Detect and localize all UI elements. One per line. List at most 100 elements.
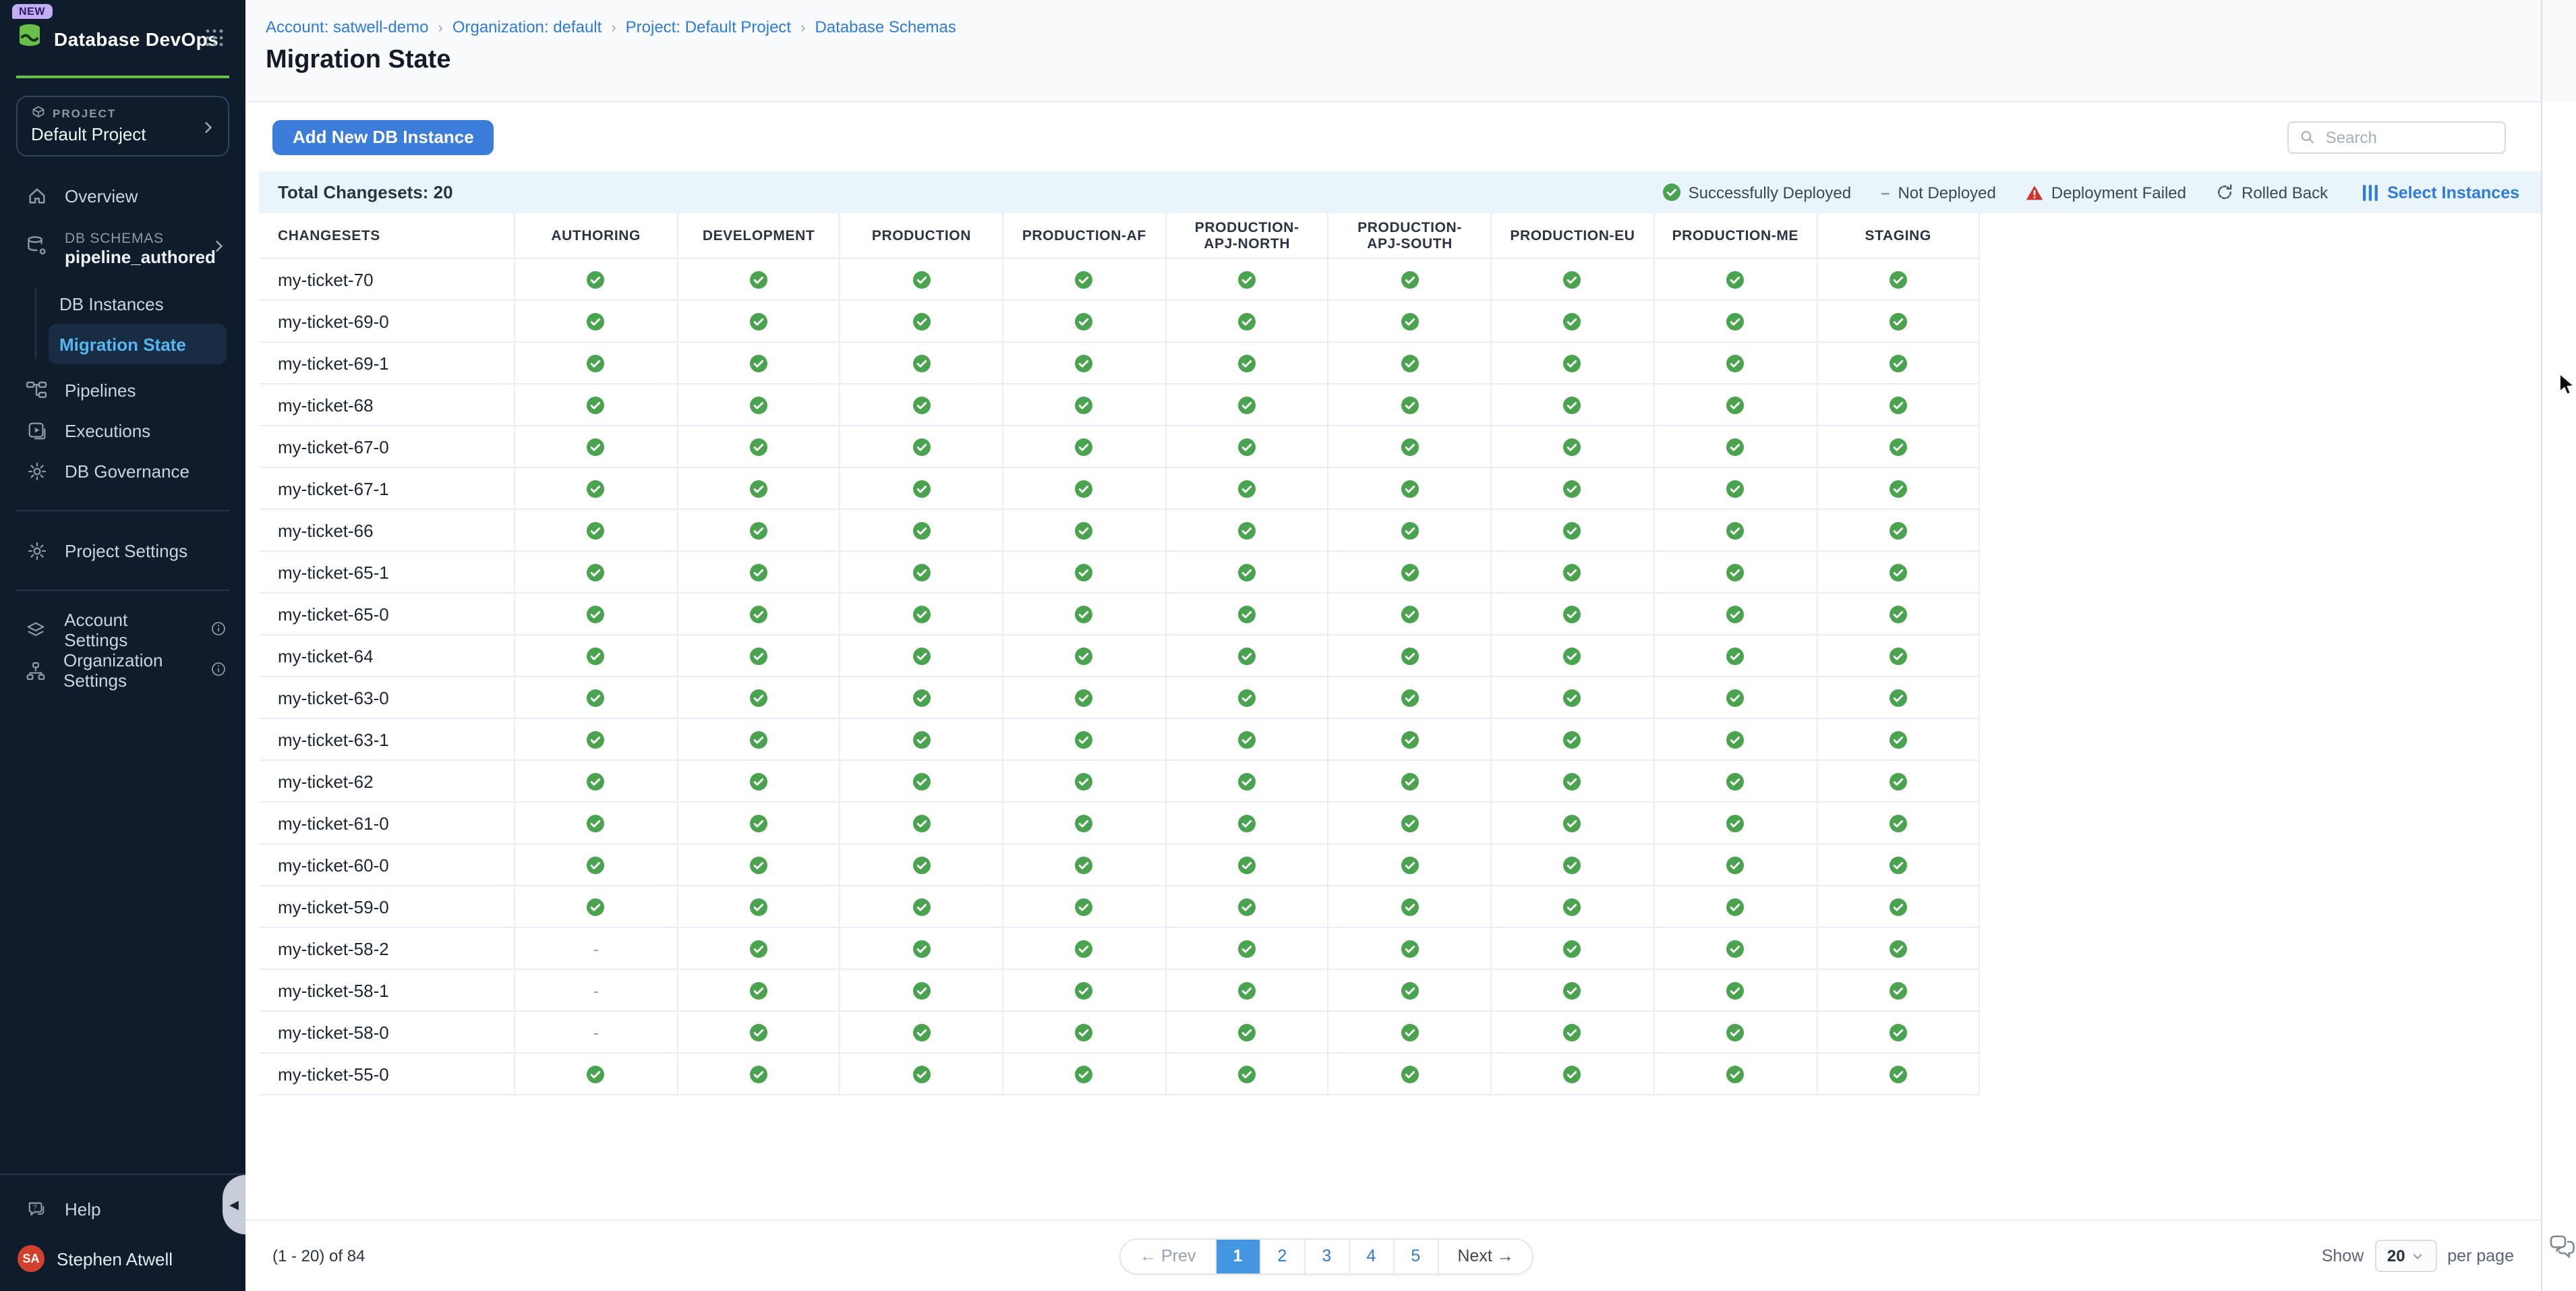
success-check-icon (750, 354, 767, 372)
rollback-icon (2216, 183, 2233, 201)
status-cell (1655, 468, 1817, 510)
page-size-select[interactable]: 20 (2374, 1240, 2436, 1272)
next-page-button[interactable]: Next → (1437, 1239, 1532, 1273)
status-cell (1817, 928, 1980, 970)
status-cell (1492, 384, 1654, 426)
help-button[interactable]: ? Help (0, 1188, 245, 1229)
sidebar-item-migration-state[interactable]: Migration State (49, 324, 227, 364)
success-check-icon (912, 480, 930, 497)
status-cell (678, 384, 840, 426)
layers-icon (26, 620, 47, 640)
success-check-icon (1076, 438, 1093, 455)
page-number-button[interactable]: 4 (1348, 1239, 1393, 1273)
success-check-icon (587, 605, 605, 623)
status-cell (1003, 635, 1166, 677)
collapse-arrow-icon: ◀ (229, 1197, 239, 1212)
status-cell (1655, 426, 1817, 468)
status-cell (841, 468, 1003, 510)
sidebar-item-overview[interactable]: Overview (0, 175, 245, 216)
success-check-icon (587, 270, 605, 288)
page-number-button[interactable]: 1 (1214, 1239, 1259, 1273)
chevron-right-icon (212, 236, 227, 260)
info-icon[interactable] (210, 660, 227, 681)
status-cell (841, 510, 1003, 552)
success-check-icon (1076, 1065, 1093, 1083)
success-check-icon (1238, 730, 1256, 748)
status-cell (1329, 301, 1492, 343)
search-box[interactable] (2287, 121, 2506, 153)
breadcrumb-link[interactable]: Project: Default Project (626, 18, 791, 36)
success-check-icon (912, 981, 930, 999)
status-cell (1329, 635, 1492, 677)
page-number-button[interactable]: 2 (1259, 1239, 1304, 1273)
select-instances-button[interactable]: Select Instances (2363, 183, 2519, 202)
info-icon[interactable] (210, 620, 227, 640)
prev-page-button[interactable]: ← Prev (1121, 1239, 1214, 1273)
status-cell (1003, 384, 1166, 426)
success-check-icon (912, 270, 930, 288)
user-menu[interactable]: SA Stephen Atwell (0, 1229, 245, 1291)
sidebar-item-project-settings[interactable]: Project Settings (0, 530, 245, 571)
status-cell (678, 301, 840, 343)
status-cell (1167, 552, 1329, 594)
success-check-icon (1238, 396, 1256, 413)
status-cell (1492, 343, 1654, 384)
sidebar-item-account-settings[interactable]: Account Settings (0, 610, 245, 650)
success-check-icon (1076, 940, 1093, 957)
governance-gear-icon (26, 461, 47, 481)
status-cell (678, 552, 840, 594)
success-check-icon (1401, 689, 1419, 706)
sidebar-item-db-instances[interactable]: DB Instances (49, 283, 227, 324)
status-cell (1655, 886, 1817, 928)
breadcrumb-link[interactable]: Organization: default (452, 18, 602, 36)
page-number-button[interactable]: 5 (1393, 1239, 1437, 1273)
apps-grid-icon[interactable] (205, 28, 224, 54)
success-check-icon (587, 312, 605, 330)
table-body: my-ticket-70my-ticket-69-0my-ticket-69-1… (259, 259, 1980, 1095)
page-number-button[interactable]: 3 (1304, 1239, 1348, 1273)
success-check-icon (1238, 1023, 1256, 1041)
sidebar-item-pipelines[interactable]: Pipelines (0, 370, 245, 410)
changeset-name: my-ticket-58-0 (259, 1012, 515, 1054)
changeset-name: my-ticket-55-0 (259, 1054, 515, 1095)
success-check-icon (1890, 605, 1907, 623)
status-cell (678, 1012, 840, 1054)
add-db-instance-button[interactable]: Add New DB Instance (272, 119, 494, 154)
success-check-icon (587, 772, 605, 790)
status-cell (515, 594, 678, 635)
status-cell (1329, 803, 1492, 844)
changeset-name: my-ticket-64 (259, 635, 515, 677)
success-check-icon (912, 563, 930, 581)
sidebar-item-db-governance[interactable]: DB Governance (0, 451, 245, 491)
search-input[interactable] (2323, 126, 2494, 148)
status-cell (1655, 1054, 1817, 1095)
status-cell (515, 510, 678, 552)
success-check-icon (750, 1023, 767, 1041)
status-cell (1329, 928, 1492, 970)
breadcrumb-separator: › (438, 20, 442, 36)
breadcrumb-link[interactable]: Account: satwell-demo (266, 18, 428, 36)
success-check-icon (1564, 354, 1581, 372)
sidebar-divider (0, 1174, 245, 1175)
sidebar-item-db-schemas[interactable]: DB SCHEMAS pipeline_authored (0, 221, 245, 275)
sidebar-item-organization-settings[interactable]: Organization Settings (0, 650, 245, 691)
chat-bubbles-icon[interactable] (2549, 1233, 2576, 1267)
project-name: Default Project (31, 124, 214, 144)
legend-label: Deployment Failed (2051, 183, 2186, 202)
success-check-icon (1401, 940, 1419, 957)
status-cell (678, 259, 840, 301)
project-selector[interactable]: PROJECT Default Project (16, 96, 229, 156)
status-cell (1003, 468, 1166, 510)
status-cell (1003, 594, 1166, 635)
page-number-group: 12345 (1214, 1239, 1437, 1273)
success-check-icon (1401, 1065, 1419, 1083)
status-cell (1003, 803, 1166, 844)
success-check-icon (750, 856, 767, 873)
success-check-icon (1401, 856, 1419, 873)
success-check-icon (1890, 647, 1907, 664)
success-check-icon (1238, 438, 1256, 455)
chevron-right-icon (201, 117, 216, 142)
breadcrumb-link[interactable]: Database Schemas (815, 18, 956, 36)
sidebar-item-executions[interactable]: Executions (0, 410, 245, 451)
svg-text:?: ? (32, 1203, 36, 1211)
